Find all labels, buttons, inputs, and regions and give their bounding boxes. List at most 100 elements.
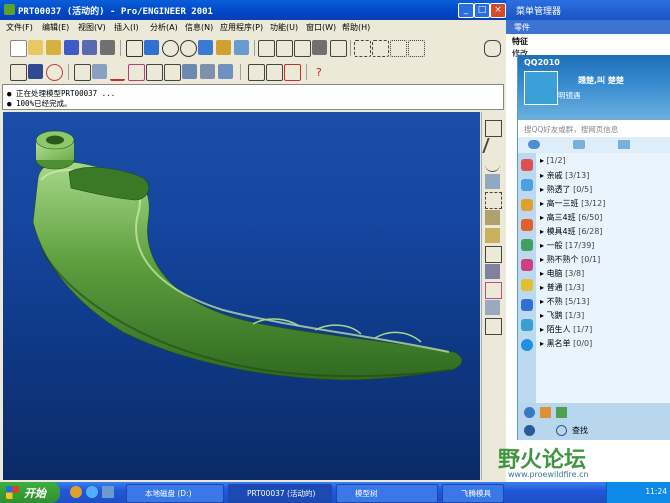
qq-search-input[interactable]: 搜QQ好友或群，搜网页信息 bbox=[518, 119, 670, 138]
datum-points-icon[interactable] bbox=[390, 40, 407, 57]
list-item[interactable]: ▸ 不熟 [5/13] bbox=[540, 296, 589, 307]
extrude-icon[interactable] bbox=[28, 64, 43, 79]
mail-icon[interactable] bbox=[521, 179, 533, 191]
quicklaunch-browser-icon[interactable] bbox=[70, 486, 82, 498]
shell-tool-icon[interactable] bbox=[485, 264, 500, 279]
annotation-icon[interactable] bbox=[485, 228, 500, 243]
whats-this-icon[interactable]: ? bbox=[314, 64, 329, 79]
window-activate-icon[interactable] bbox=[248, 64, 265, 81]
table-icon[interactable] bbox=[164, 64, 181, 81]
context-help-icon[interactable] bbox=[484, 40, 501, 57]
datum-curve-tool-icon[interactable] bbox=[485, 156, 500, 172]
menu-item-feature[interactable]: 特征 bbox=[512, 36, 528, 47]
hidden-line-icon[interactable] bbox=[276, 40, 293, 57]
menu-info[interactable]: 信息(N) bbox=[185, 22, 213, 33]
messages-icon[interactable] bbox=[556, 407, 567, 418]
regenerate-icon[interactable] bbox=[218, 64, 233, 79]
save-copy-icon[interactable] bbox=[82, 40, 97, 55]
save-icon[interactable] bbox=[64, 40, 79, 55]
weibo-icon[interactable] bbox=[521, 199, 533, 211]
tab-contacts-icon[interactable] bbox=[528, 140, 540, 149]
minimize-button[interactable]: _ bbox=[458, 3, 474, 18]
list-item[interactable]: ▸ 普通 [1/3] bbox=[540, 282, 584, 293]
curve-analysis-icon[interactable] bbox=[110, 64, 125, 81]
menu-file[interactable]: 文件(F) bbox=[6, 22, 33, 33]
list-item[interactable]: ▸ 飞鹅 [1/3] bbox=[540, 310, 584, 321]
add-app-icon[interactable] bbox=[521, 339, 533, 351]
quicklaunch-ie-icon[interactable] bbox=[86, 486, 98, 498]
qzone-icon[interactable] bbox=[521, 159, 533, 171]
menu-edit[interactable]: 编辑(E) bbox=[42, 22, 69, 33]
refit-icon[interactable] bbox=[198, 40, 213, 55]
task-model-tree[interactable]: 模型树 bbox=[336, 484, 438, 503]
close-button[interactable]: × bbox=[490, 3, 506, 18]
repaint-icon[interactable] bbox=[126, 40, 143, 57]
menu-window[interactable]: 窗口(W) bbox=[306, 22, 336, 33]
shading-icon[interactable] bbox=[312, 40, 327, 55]
main-menu-icon[interactable] bbox=[524, 407, 535, 418]
info-icon[interactable] bbox=[182, 64, 197, 79]
print-icon[interactable] bbox=[100, 40, 115, 55]
menu-manager-title[interactable]: 菜单管理器 bbox=[506, 0, 670, 20]
avatar[interactable] bbox=[524, 71, 558, 105]
zoom-out-icon[interactable] bbox=[180, 40, 197, 57]
list-item[interactable]: ▸ 高三4班 [6/50] bbox=[540, 212, 602, 223]
draft-tool-icon[interactable] bbox=[485, 300, 500, 315]
sketch-datum-icon[interactable] bbox=[485, 210, 500, 225]
datum-planes-icon[interactable] bbox=[354, 40, 371, 57]
task-proe[interactable]: PRT00037 (活动的) bbox=[228, 484, 332, 503]
menu-view[interactable]: 视图(V) bbox=[78, 22, 106, 33]
surface-analysis-icon[interactable] bbox=[128, 64, 145, 81]
list-item[interactable]: ▸ [1/2] bbox=[540, 156, 566, 165]
music-icon[interactable] bbox=[521, 219, 533, 231]
list-item[interactable]: ▸ 陌生人 [1/7] bbox=[540, 324, 592, 335]
sketch-tool-icon[interactable] bbox=[10, 64, 27, 81]
task-local-disk[interactable]: 本地磁盘 (D:) bbox=[126, 484, 224, 503]
list-item[interactable]: ▸ 一般 [17/39] bbox=[540, 240, 594, 251]
menu-analysis[interactable]: 分析(A) bbox=[150, 22, 178, 33]
datum-axes-icon[interactable] bbox=[372, 40, 389, 57]
list-item[interactable]: ▸ 模具4班 [6/28] bbox=[540, 226, 602, 237]
rib-tool-icon[interactable] bbox=[485, 282, 502, 299]
apps-icon[interactable] bbox=[521, 319, 533, 331]
qq-header[interactable]: QQ2010 翘楚,叫 楚楚 明镜遇 bbox=[518, 55, 670, 119]
model-tree-toggle-icon[interactable] bbox=[330, 40, 347, 57]
tab-groups-icon[interactable] bbox=[573, 140, 585, 149]
hole-tool-icon[interactable] bbox=[485, 246, 502, 263]
menu-utilities[interactable]: 功能(U) bbox=[270, 22, 298, 33]
menu-help[interactable]: 帮助(H) bbox=[342, 22, 370, 33]
title-bar[interactable]: PRT00037 (活动的) - Pro/ENGINEER 2001 _ □ × bbox=[0, 0, 506, 20]
task-feiteng[interactable]: 飞腾模具 bbox=[442, 484, 504, 503]
revolve-icon[interactable] bbox=[46, 64, 63, 81]
find-button[interactable]: 查找 bbox=[572, 425, 588, 436]
pet-icon[interactable] bbox=[521, 239, 533, 251]
menu-insert[interactable]: 插入(I) bbox=[114, 22, 139, 33]
qq-signature[interactable]: 明镜遇 bbox=[558, 90, 581, 101]
maximize-button[interactable]: □ bbox=[474, 3, 490, 18]
mass-props-icon[interactable] bbox=[146, 64, 163, 81]
datum-plane-tool-icon[interactable] bbox=[485, 120, 502, 137]
shop-icon[interactable] bbox=[521, 299, 533, 311]
star-icon[interactable] bbox=[521, 279, 533, 291]
orient-icon[interactable] bbox=[216, 40, 231, 55]
zoom-in-icon[interactable] bbox=[162, 40, 179, 57]
wireframe-icon[interactable] bbox=[258, 40, 275, 57]
tab-recent-icon[interactable] bbox=[618, 140, 630, 149]
window-new-icon[interactable] bbox=[266, 64, 283, 81]
graphics-viewport[interactable] bbox=[3, 112, 480, 480]
datum-axis-tool-icon[interactable] bbox=[482, 138, 505, 153]
saved-views-icon[interactable] bbox=[234, 40, 249, 55]
csys-tool-icon[interactable] bbox=[485, 192, 502, 209]
start-button[interactable]: 开始 bbox=[0, 482, 60, 503]
list-item[interactable]: ▸ 亲戚 [3/13] bbox=[540, 170, 589, 181]
spin-center-icon[interactable] bbox=[144, 40, 159, 55]
datum-point-tool-icon[interactable] bbox=[485, 174, 500, 189]
window-close-icon[interactable] bbox=[284, 64, 301, 81]
measure-icon[interactable] bbox=[74, 64, 91, 81]
view-manager-icon[interactable] bbox=[200, 64, 215, 79]
game-icon[interactable] bbox=[521, 259, 533, 271]
open-folder-icon[interactable] bbox=[28, 40, 43, 55]
list-item[interactable]: ▸ 黑名单 [0/0] bbox=[540, 338, 592, 349]
menu-applications[interactable]: 应用程序(P) bbox=[220, 22, 263, 33]
coord-sys-icon[interactable] bbox=[408, 40, 425, 57]
